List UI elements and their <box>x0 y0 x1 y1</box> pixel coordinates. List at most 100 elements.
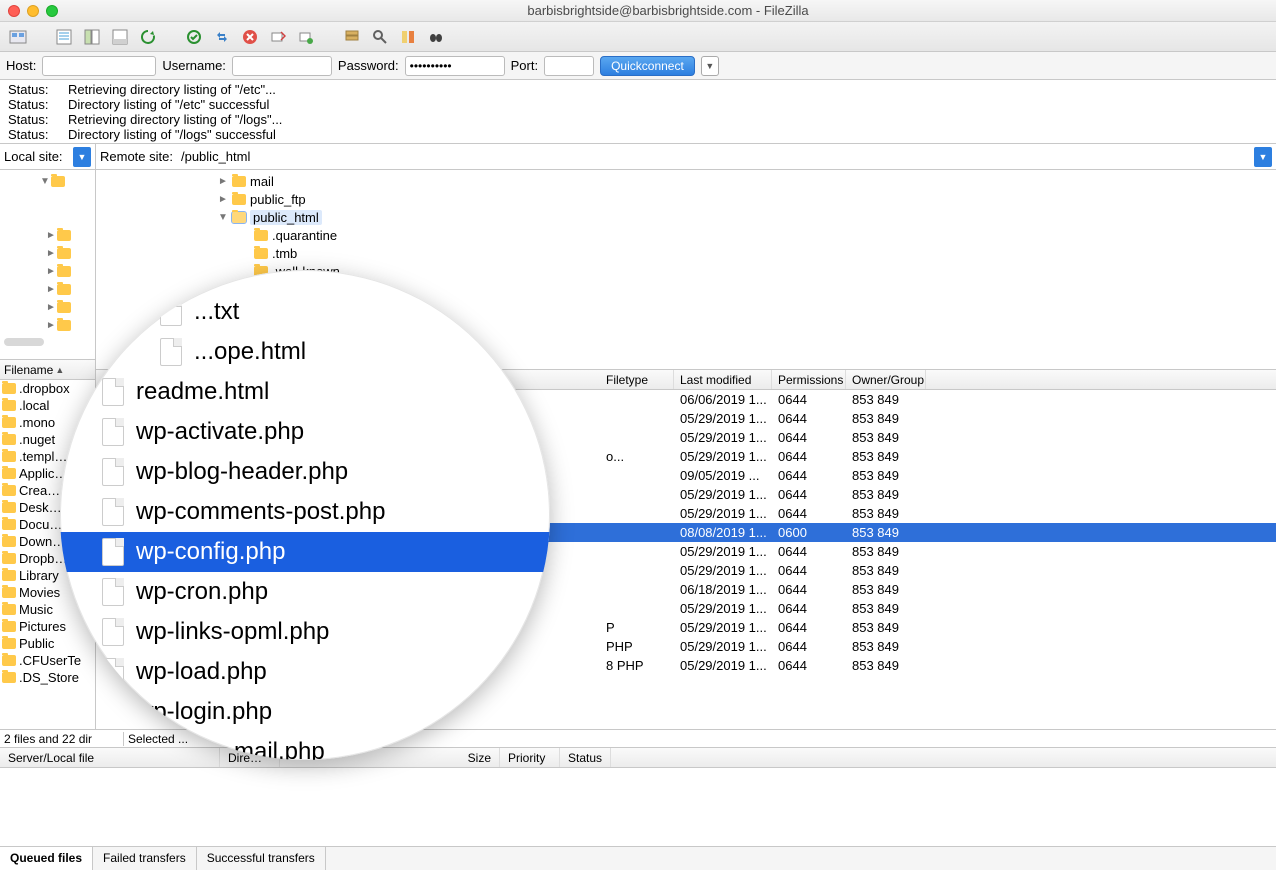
binoculars-icon[interactable] <box>424 25 448 49</box>
remote-file-row[interactable]: 05/29/2019 1...0644853 849 <box>96 428 1276 447</box>
col-server[interactable]: Server/Local file <box>0 748 220 767</box>
disclosure-icon[interactable]: ▼ <box>218 212 228 223</box>
remote-tree-node[interactable]: ▼public_html <box>96 208 1276 226</box>
tree-node-label: .tmb <box>272 246 297 261</box>
remote-file-row[interactable]: 05/29/2019 1...0644853 849 <box>96 599 1276 618</box>
cell-perm: 0644 <box>772 392 846 407</box>
local-file-row[interactable]: .DS_Store <box>0 669 95 686</box>
local-file-name: .nuget <box>19 432 55 447</box>
local-file-row[interactable]: Movies <box>0 584 95 601</box>
local-file-row[interactable]: .CFUserTe <box>0 652 95 669</box>
remote-tree-pane[interactable]: ►mail►public_ftp▼public_html.quarantine.… <box>96 170 1276 370</box>
disconnect-icon[interactable] <box>266 25 290 49</box>
remote-tree-node[interactable]: ►public_ftp <box>96 190 1276 208</box>
remote-file-row[interactable]: 8 PHP05/29/2019 1...0644853 849 <box>96 656 1276 675</box>
local-file-row[interactable]: Crea… <box>0 482 95 499</box>
remote-file-row[interactable]: P05/29/2019 1...0644853 849 <box>96 618 1276 637</box>
remote-tree-node[interactable]: .well-known <box>96 262 1276 280</box>
remote-file-row[interactable]: 05/29/2019 1...0644853 849 <box>96 561 1276 580</box>
toggle-log-icon[interactable] <box>52 25 76 49</box>
remote-file-row[interactable]: 08/08/2019 1...0600853 849 <box>96 523 1276 542</box>
quickconnect-dropdown-icon[interactable]: ▼ <box>701 56 719 76</box>
local-file-row[interactable]: Library <box>0 567 95 584</box>
local-file-row[interactable]: Down… <box>0 533 95 550</box>
col-filetype[interactable]: Filetype <box>600 370 674 389</box>
remote-file-table[interactable]: Filetype Last modified Permissions Owner… <box>96 370 1276 729</box>
col-direction[interactable]: Dire… <box>220 748 280 767</box>
remote-file-row[interactable]: 05/29/2019 1...0644853 849 <box>96 504 1276 523</box>
remote-file-row[interactable]: 09/05/2019 ...0644853 849 <box>96 466 1276 485</box>
remote-file-row[interactable]: 06/18/2019 1...0644853 849 <box>96 580 1276 599</box>
remote-path-dropdown-icon[interactable]: ▼ <box>1254 147 1272 167</box>
remote-file-row[interactable]: 05/29/2019 1...0644853 849 <box>96 542 1276 561</box>
remote-tree-node[interactable]: .tmb <box>96 244 1276 262</box>
remote-tree-node[interactable]: ►mail <box>96 172 1276 190</box>
cancel-icon[interactable] <box>238 25 262 49</box>
reconnect-icon[interactable] <box>294 25 318 49</box>
col-permissions[interactable]: Permissions <box>772 370 846 389</box>
remote-file-row[interactable]: PHP05/29/2019 1...0644853 849 <box>96 637 1276 656</box>
local-file-row[interactable]: .templ… <box>0 448 95 465</box>
close-window-icon[interactable] <box>8 5 20 17</box>
cell-modified: 06/18/2019 1... <box>674 582 772 597</box>
search-icon[interactable] <box>368 25 392 49</box>
local-file-row[interactable]: .dropbox <box>0 380 95 397</box>
process-queue-icon[interactable] <box>182 25 206 49</box>
remote-file-row[interactable]: 05/29/2019 1...0644853 849 <box>96 485 1276 504</box>
filter-icon[interactable] <box>340 25 364 49</box>
cell-owner: 853 849 <box>846 449 926 464</box>
status-bar: 2 files and 22 dir Selected ... <box>0 730 1276 748</box>
minimize-window-icon[interactable] <box>27 5 39 17</box>
col-status[interactable]: Status <box>560 748 611 767</box>
quickconnect-button[interactable]: Quickconnect <box>600 56 695 76</box>
col-modified[interactable]: Last modified <box>674 370 772 389</box>
cell-perm: 0644 <box>772 544 846 559</box>
remote-file-row[interactable]: 06/06/2019 1...0644853 849 <box>96 390 1276 409</box>
remote-file-row[interactable]: 05/29/2019 1...0644853 849 <box>96 409 1276 428</box>
local-file-row[interactable]: .nuget <box>0 431 95 448</box>
username-input[interactable] <box>232 56 332 76</box>
local-tree-pane[interactable]: ▼ ► ► ► ► ► ► <box>0 170 95 360</box>
disclosure-icon[interactable]: ► <box>218 194 228 205</box>
toolbar <box>0 22 1276 52</box>
toggle-tree-icon[interactable] <box>80 25 104 49</box>
compare-icon[interactable] <box>396 25 420 49</box>
cell-modified: 05/29/2019 1... <box>674 601 772 616</box>
refresh-icon[interactable] <box>136 25 160 49</box>
local-file-row[interactable]: Dropb… <box>0 550 95 567</box>
remote-tree-node[interactable]: cgi-bin <box>96 280 1276 298</box>
disclosure-icon[interactable]: ► <box>218 176 228 187</box>
remote-file-row[interactable]: o...05/29/2019 1...0644853 849 <box>96 447 1276 466</box>
cell-modified: 05/29/2019 1... <box>674 430 772 445</box>
local-file-row[interactable]: Docu… <box>0 516 95 533</box>
status-text: Directory listing of "/etc" successful <box>68 97 269 112</box>
host-input[interactable] <box>42 56 156 76</box>
remote-tree-node[interactable]: ►wp-admin <box>96 298 1276 316</box>
disclosure-icon[interactable]: ► <box>240 302 250 313</box>
local-header-filename[interactable]: Filename <box>4 363 53 377</box>
local-file-row[interactable]: Public <box>0 635 95 652</box>
local-file-row[interactable]: .mono <box>0 414 95 431</box>
col-size[interactable]: Size <box>280 748 500 767</box>
password-input[interactable] <box>405 56 505 76</box>
local-file-row[interactable]: Desk… <box>0 499 95 516</box>
tab-failed[interactable]: Failed transfers <box>93 847 197 870</box>
port-input[interactable] <box>544 56 594 76</box>
sync-icon[interactable] <box>210 25 234 49</box>
local-path-dropdown-icon[interactable]: ▼ <box>73 147 91 167</box>
local-file-row[interactable]: .local <box>0 397 95 414</box>
tab-successful[interactable]: Successful transfers <box>197 847 326 870</box>
local-file-row[interactable]: Music <box>0 601 95 618</box>
local-file-row[interactable]: Pictures <box>0 618 95 635</box>
site-manager-icon[interactable] <box>6 25 30 49</box>
remote-path-input[interactable] <box>177 147 1250 167</box>
local-file-list[interactable]: Filename▲ .dropbox.local.mono.nuget.temp… <box>0 360 95 729</box>
cell-modified: 06/06/2019 1... <box>674 392 772 407</box>
maximize-window-icon[interactable] <box>46 5 58 17</box>
remote-tree-node[interactable]: .quarantine <box>96 226 1276 244</box>
col-owner[interactable]: Owner/Group <box>846 370 926 389</box>
tab-queued[interactable]: Queued files <box>0 847 93 870</box>
col-priority[interactable]: Priority <box>500 748 560 767</box>
toggle-queue-icon[interactable] <box>108 25 132 49</box>
local-file-row[interactable]: Applic… <box>0 465 95 482</box>
